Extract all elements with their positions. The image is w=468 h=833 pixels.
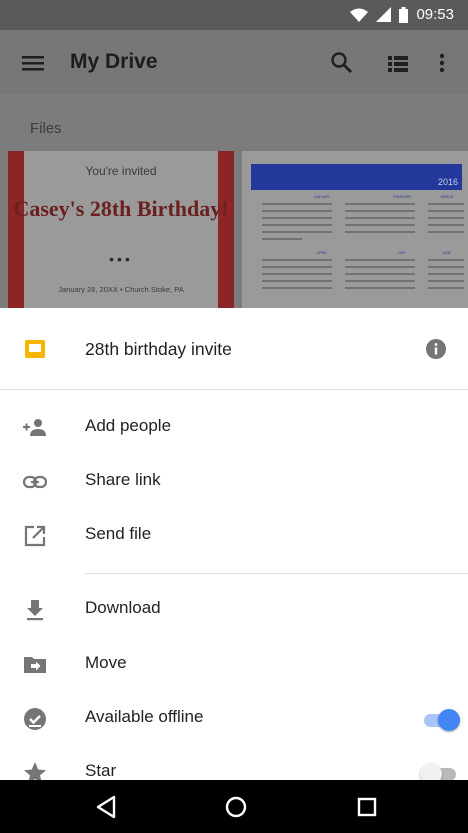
- battery-icon: [399, 6, 409, 23]
- calendar-month-label: JUNE: [442, 251, 451, 255]
- home-icon[interactable]: [221, 793, 251, 821]
- sheet-divider: [85, 573, 468, 574]
- info-icon[interactable]: [425, 338, 447, 360]
- calendar-month-label: APRIL: [317, 251, 327, 255]
- share-link-label: Share link: [85, 470, 161, 489]
- recents-icon[interactable]: [352, 793, 382, 821]
- download-label: Download: [85, 598, 161, 617]
- menu-icon[interactable]: [18, 48, 48, 78]
- more-vert-icon[interactable]: [430, 49, 454, 77]
- file-actions-sheet: 28th birthday invite Add people Share li…: [0, 308, 468, 780]
- share-link-item[interactable]: Share link: [0, 456, 468, 506]
- status-time: 09:53: [416, 6, 454, 23]
- toggle-knob: [438, 709, 460, 731]
- star-item[interactable]: Star: [0, 747, 468, 780]
- calendar-month-label: FEBRUARY: [393, 195, 412, 199]
- star-label: Star: [85, 761, 117, 780]
- available-offline-item[interactable]: Available offline: [0, 693, 468, 743]
- star-icon: [24, 762, 46, 780]
- status-bar: 09:53: [0, 0, 468, 30]
- slides-file-icon: [25, 340, 45, 358]
- search-icon[interactable]: [328, 49, 356, 77]
- calendar-month-label: MARCH: [441, 195, 454, 199]
- add-people-item[interactable]: Add people: [0, 402, 468, 452]
- calendar-month-label: JANUARY: [313, 195, 330, 199]
- cell-signal-icon: [376, 7, 392, 22]
- toggle-knob: [420, 763, 442, 780]
- calendar-month-grid: JANUARY FEBRUARY MARCH APRIL MAY JUNE: [262, 195, 464, 289]
- invite-headline: Casey's 28th Birthday!: [13, 196, 229, 221]
- send-file-label: Send file: [85, 524, 152, 543]
- calendar-month-label: MAY: [398, 251, 406, 255]
- app-bar: My Drive: [0, 30, 468, 94]
- back-icon[interactable]: [92, 793, 122, 821]
- invite-footer: January 28, 20XX • Church Stoke, PA: [58, 285, 184, 294]
- list-view-icon[interactable]: [384, 50, 412, 78]
- available-offline-toggle[interactable]: [420, 709, 460, 731]
- link-icon: [22, 475, 48, 489]
- file-name: 28th birthday invite: [85, 339, 232, 359]
- move-folder-icon: [24, 657, 46, 673]
- send-file-item[interactable]: Send file: [0, 510, 468, 560]
- star-toggle[interactable]: [420, 763, 460, 780]
- invite-dots: •••: [109, 251, 133, 267]
- calendar-file-thumbnail[interactable]: 2016 JANUARY FEBRUARY MARCH APRIL MAY JU…: [242, 151, 468, 308]
- add-people-label: Add people: [85, 416, 172, 435]
- drive-file-grid: Files You're invited Casey's 28th Birthd…: [0, 94, 468, 308]
- download-item[interactable]: Download: [0, 584, 468, 634]
- send-file-icon: [24, 525, 46, 547]
- page-title: My Drive: [70, 50, 158, 73]
- add-person-icon: [23, 419, 46, 436]
- offline-check-icon: [24, 708, 46, 730]
- invite-invited-text: You're invited: [85, 164, 157, 178]
- invite-file-thumbnail[interactable]: You're invited Casey's 28th Birthday! ••…: [8, 151, 234, 308]
- files-section-label: Files: [30, 120, 62, 137]
- download-icon: [27, 600, 43, 621]
- system-nav-bar: [0, 780, 468, 833]
- move-label: Move: [85, 653, 127, 672]
- wifi-icon: [350, 8, 369, 22]
- sheet-header: 28th birthday invite: [0, 308, 468, 390]
- available-offline-label: Available offline: [85, 707, 204, 726]
- move-item[interactable]: Move: [0, 639, 468, 689]
